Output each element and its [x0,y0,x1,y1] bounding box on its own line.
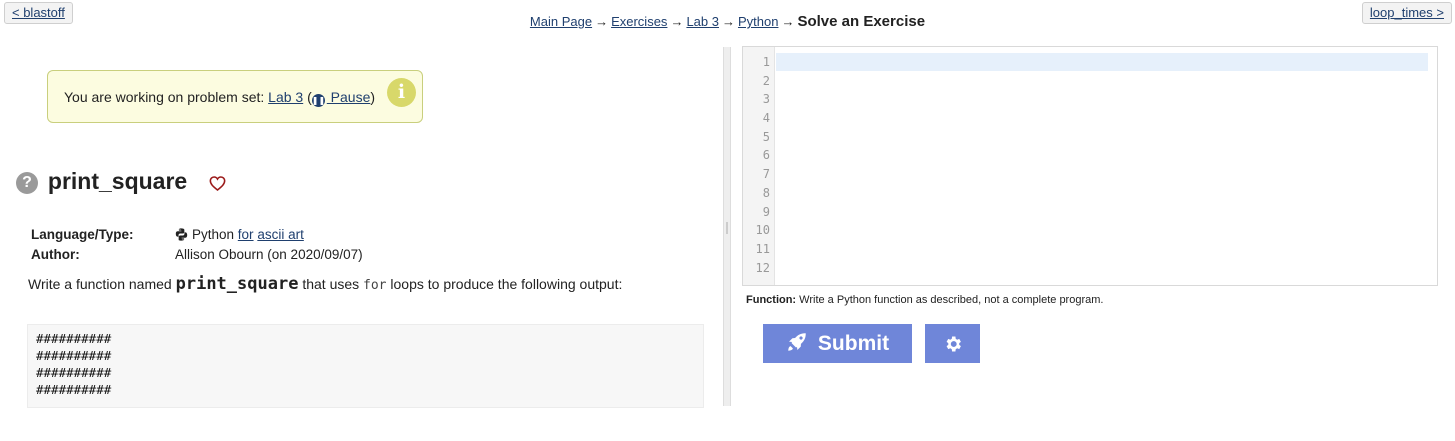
splitter-grip[interactable] [726,222,728,234]
for-keyword-code: for [363,278,387,293]
breadcrumb-arrow: → [781,14,795,29]
line-number: 7 [762,167,770,182]
breadcrumb-arrow: → [595,14,609,29]
notice-text: You are working on problem set: Lab 3 (❚… [64,89,375,107]
author-value: Allison Obourn (on 2020/09/07) [175,247,363,262]
language-type-value: Python for ascii art [175,226,363,246]
settings-button[interactable] [925,324,980,363]
line-number: 2 [762,73,770,88]
active-line-highlight [776,53,1428,71]
notice-prefix: You are working on problem set: [64,89,269,105]
expected-output: ########## ########## ########## #######… [27,323,704,408]
rocket-icon [788,333,806,351]
breadcrumb-python[interactable]: Python [738,14,778,29]
problem-set-link[interactable]: Lab 3 [268,89,303,105]
desc-part2: that uses [298,276,364,292]
problem-set-notice: You are working on problem set: Lab 3 (❚… [47,70,423,123]
desc-part1: Write a function named [28,276,176,292]
breadcrumb-arrow: → [670,14,684,29]
breadcrumb-arrow: → [721,14,735,29]
line-number: 1 [762,55,770,69]
line-number: 5 [762,129,770,144]
ascii-art-tag-link[interactable]: ascii art [257,227,304,242]
function-note-label: Function: [746,294,797,306]
help-icon[interactable]: ? [16,172,38,194]
desc-part3: loops to produce the following output: [386,276,623,292]
notice-open-paren: ( [303,89,312,105]
line-number: 8 [762,185,770,200]
notice-close-paren: ) [370,89,376,105]
pane-splitter[interactable] [723,47,731,406]
submit-label: Submit [817,332,890,355]
breadcrumb-current: Solve an Exercise [797,13,926,30]
line-number-gutter: 1 2 3 4 5 6 7 8 9 10 11 12 [743,47,775,285]
pause-label: Pause [326,89,371,105]
line-number: 6 [762,148,770,163]
heart-icon[interactable] [209,176,226,194]
problem-title: print_square [47,168,188,194]
line-number: 3 [762,92,770,107]
code-editor[interactable]: 1 2 3 4 5 6 7 8 9 10 11 12 [742,46,1438,286]
function-name-code: print_square [175,274,299,294]
line-number: 12 [755,260,770,275]
function-note: Function: Write a Python function as des… [746,294,1103,306]
line-number: 10 [755,223,770,238]
language-name: Python [192,227,235,242]
gear-icon [946,336,961,351]
line-number: 9 [762,204,770,219]
pause-link[interactable]: ❚❚ Pause [311,89,371,107]
problem-description: Write a function named print_square that… [28,272,622,298]
breadcrumb-lab[interactable]: Lab 3 [686,14,719,29]
problem-header: ? print_square [16,168,226,198]
breadcrumb-main-page[interactable]: Main Page [530,14,592,29]
pause-icon: ❚❚ [311,94,326,107]
author-key: Author: [31,247,80,262]
python-icon [175,228,188,246]
breadcrumb: Main Page → Exercises → Lab 3 → Python → Solve a… [0,12,1455,32]
for-tag-link[interactable]: for [238,227,254,242]
language-type-key: Language/Type: [31,227,134,242]
submit-button[interactable]: Submit [763,324,912,363]
info-icon[interactable]: i [387,78,416,107]
function-note-text: Write a Python function as described, no… [796,294,1104,306]
line-number: 11 [755,241,770,256]
problem-metadata: Language/Type: Python for ascii art Auth… [31,226,363,264]
line-number: 4 [762,111,770,126]
breadcrumb-exercises[interactable]: Exercises [611,14,667,29]
